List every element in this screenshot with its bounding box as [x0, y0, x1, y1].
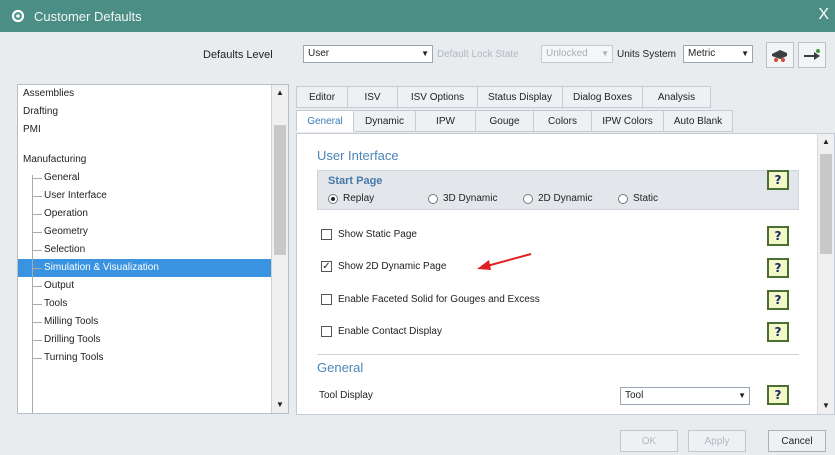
- scroll-thumb[interactable]: [274, 125, 286, 255]
- units-system-label: Units System: [617, 49, 676, 60]
- ok-button[interactable]: OK: [620, 430, 678, 452]
- tree-item-user-interface[interactable]: User Interface: [18, 187, 288, 205]
- checkbox: ✓: [321, 261, 332, 272]
- tab-strip-top: Editor ISV ISV Options Status Display Di…: [296, 86, 711, 108]
- tree-item-turning-tools[interactable]: Turning Tools: [18, 349, 288, 367]
- defaults-toolbar: Defaults Level User ▼ Default Lock State …: [0, 36, 835, 76]
- tree-item-assemblies[interactable]: Assemblies: [18, 85, 288, 103]
- tree-item-drilling-tools[interactable]: Drilling Tools: [18, 331, 288, 349]
- close-button[interactable]: X: [818, 6, 829, 24]
- tool-display-dropdown[interactable]: Tool ▼: [620, 387, 750, 405]
- radio-static[interactable]: Static: [618, 193, 658, 204]
- tree-item-manufacturing[interactable]: Manufacturing: [18, 151, 288, 169]
- help-start-page-button[interactable]: ?: [767, 170, 789, 190]
- start-page-group: Start Page Replay 3D Dynamic 2D Dynamic …: [317, 170, 799, 210]
- title-bar: Customer Defaults X: [0, 0, 835, 32]
- section-user-interface: User Interface: [317, 148, 399, 163]
- tree-item-selection[interactable]: Selection: [18, 241, 288, 259]
- tab-strip-bottom: General Dynamic IPW Gouge Colors IPW Col…: [296, 110, 733, 132]
- scroll-thumb[interactable]: [820, 154, 832, 254]
- tab-auto-blank[interactable]: Auto Blank: [664, 110, 733, 132]
- tree-item-geometry[interactable]: Geometry: [18, 223, 288, 241]
- tab-analysis[interactable]: Analysis: [643, 86, 711, 108]
- import-defaults-button[interactable]: [766, 42, 794, 68]
- help-static-page-button[interactable]: ?: [767, 226, 789, 246]
- start-page-title: Start Page: [328, 175, 383, 187]
- tool-display-label: Tool Display: [319, 390, 373, 401]
- lock-state-dropdown[interactable]: Unlocked ▼: [541, 45, 613, 63]
- tree-item-operation[interactable]: Operation: [18, 205, 288, 223]
- chevron-down-icon: ▼: [601, 49, 609, 58]
- export-icon: [804, 49, 820, 60]
- import-icon: [772, 50, 787, 62]
- defaults-level-dropdown[interactable]: User ▼: [303, 45, 433, 63]
- scroll-up-icon[interactable]: ▲: [819, 135, 833, 149]
- tree-item-general[interactable]: General: [18, 169, 288, 187]
- check-show-static-page[interactable]: Show Static Page: [321, 229, 417, 240]
- radio-dot: [523, 193, 533, 204]
- tab-dialog-boxes[interactable]: Dialog Boxes: [563, 86, 643, 108]
- checkbox: [321, 229, 332, 240]
- tree-scrollbar[interactable]: ▲ ▼: [271, 85, 288, 413]
- settings-panel: User Interface Start Page Replay 3D Dyna…: [296, 133, 835, 415]
- lock-state-label: Default Lock State: [437, 49, 519, 60]
- cancel-button[interactable]: Cancel: [768, 430, 826, 452]
- chevron-down-icon: ▼: [421, 49, 429, 58]
- check-enable-contact-display[interactable]: Enable Contact Display: [321, 326, 442, 337]
- scroll-down-icon[interactable]: ▼: [819, 399, 833, 413]
- settings-scrollbar[interactable]: ▲ ▼: [817, 134, 834, 414]
- red-arrow-annotation: [477, 253, 532, 270]
- tab-status-display[interactable]: Status Display: [478, 86, 563, 108]
- tab-isv-options[interactable]: ISV Options: [398, 86, 478, 108]
- apply-button[interactable]: Apply: [688, 430, 746, 452]
- check-enable-faceted-solid[interactable]: Enable Faceted Solid for Gouges and Exce…: [321, 294, 540, 305]
- checkbox: [321, 294, 332, 305]
- checkbox: [321, 326, 332, 337]
- gear-icon: [11, 9, 25, 23]
- scroll-up-icon[interactable]: ▲: [273, 86, 287, 100]
- tree-item-output[interactable]: Output: [18, 277, 288, 295]
- export-defaults-button[interactable]: [798, 42, 826, 68]
- tab-ipw-colors[interactable]: IPW Colors: [592, 110, 664, 132]
- window-title: Customer Defaults: [34, 8, 142, 24]
- tab-colors[interactable]: Colors: [534, 110, 592, 132]
- radio-dot: [328, 193, 338, 204]
- tree-item-tools[interactable]: Tools: [18, 295, 288, 313]
- radio-2d-dynamic[interactable]: 2D Dynamic: [523, 193, 592, 204]
- chevron-down-icon: ▼: [741, 49, 749, 58]
- section-general: General: [317, 360, 364, 375]
- tab-editor[interactable]: Editor: [296, 86, 348, 108]
- radio-dot: [618, 193, 628, 204]
- radio-dot: [428, 193, 438, 204]
- defaults-level-label: Defaults Level: [203, 49, 273, 61]
- scroll-down-icon[interactable]: ▼: [273, 398, 287, 412]
- tab-gouge[interactable]: Gouge: [476, 110, 534, 132]
- radio-3d-dynamic[interactable]: 3D Dynamic: [428, 193, 497, 204]
- help-faceted-solid-button[interactable]: ?: [767, 290, 789, 310]
- help-contact-display-button[interactable]: ?: [767, 322, 789, 342]
- tree-item-milling-tools[interactable]: Milling Tools: [18, 313, 288, 331]
- section-divider: [317, 354, 799, 355]
- radio-replay[interactable]: Replay: [328, 193, 374, 204]
- help-tool-display-button[interactable]: ?: [767, 385, 789, 405]
- check-show-2d-dynamic-page[interactable]: ✓ Show 2D Dynamic Page: [321, 261, 446, 272]
- tree-connector: [32, 175, 33, 413]
- tree-item-drafting[interactable]: Drafting: [18, 103, 288, 121]
- tree-item-pmi[interactable]: PMI: [18, 121, 288, 139]
- units-system-dropdown[interactable]: Metric ▼: [683, 45, 753, 63]
- tab-general[interactable]: General: [296, 110, 354, 132]
- category-tree: Assemblies Drafting PMI Manufacturing Ge…: [17, 84, 289, 414]
- chevron-down-icon: ▼: [738, 391, 746, 400]
- help-2d-dynamic-button[interactable]: ?: [767, 258, 789, 278]
- tree-item-simulation-visualization[interactable]: Simulation & Visualization: [18, 259, 288, 277]
- tab-dynamic[interactable]: Dynamic: [354, 110, 416, 132]
- tab-ipw[interactable]: IPW: [416, 110, 476, 132]
- tab-isv[interactable]: ISV: [348, 86, 398, 108]
